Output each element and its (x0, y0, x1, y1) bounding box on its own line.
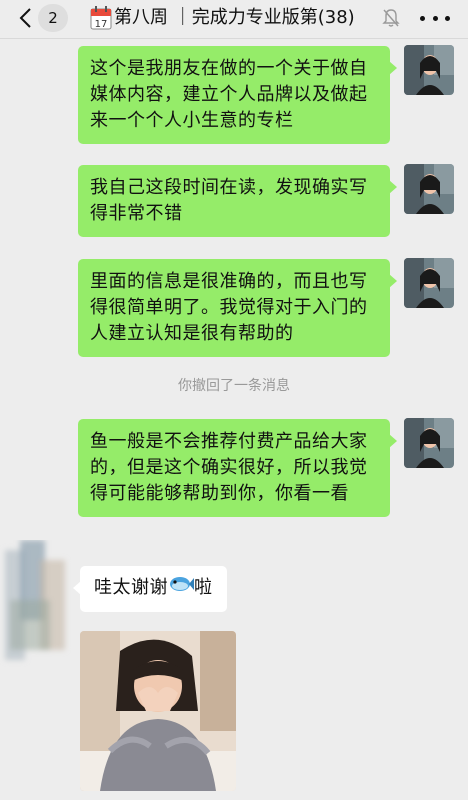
calendar-icon: 17 (90, 6, 112, 30)
sent-message[interactable]: 这个是我朋友在做的一个关于做自媒体内容，建立个人品牌以及做起来一个个人小生意的专… (78, 46, 397, 144)
chevron-left-icon (19, 8, 31, 28)
user-avatar[interactable] (404, 258, 454, 308)
calendar-day: 17 (95, 19, 108, 30)
chat-header: 2 17 第八周 ｜完成力专业版第(38) (0, 0, 468, 39)
recall-notice: 你撤回了一条消息 (178, 378, 290, 394)
user-avatar[interactable] (404, 45, 454, 95)
sent-message[interactable]: 我自己这段时间在读，发现确实写得非常不错 (78, 165, 397, 237)
user-avatar[interactable] (404, 418, 454, 468)
received-text: 哇太谢谢 (94, 577, 168, 598)
received-message[interactable]: 哇太谢谢 啦 (73, 566, 227, 612)
fish-emoji-icon (168, 574, 194, 602)
mute-bell-icon (382, 8, 400, 28)
back-button[interactable] (12, 3, 38, 33)
contact-avatar[interactable] (0, 540, 75, 670)
more-options-button[interactable] (420, 6, 450, 30)
unread-count-badge[interactable]: 2 (38, 4, 68, 32)
received-photo[interactable] (80, 631, 236, 791)
user-avatar[interactable] (404, 164, 454, 214)
more-dots-icon (420, 15, 425, 21)
chat-title: 第八周 ｜完成力专业版第(38) (114, 7, 355, 28)
sent-message[interactable]: 鱼一般是不会推荐付费产品给大家的，但是这个确实很好，所以我觉得可能能够帮助到你，… (78, 419, 397, 517)
sent-message[interactable]: 里面的信息是很准确的，而且也写得很简单明了。我觉得对于入门的人建立认知是很有帮助… (78, 259, 397, 357)
received-text-suffix: 啦 (194, 577, 213, 598)
